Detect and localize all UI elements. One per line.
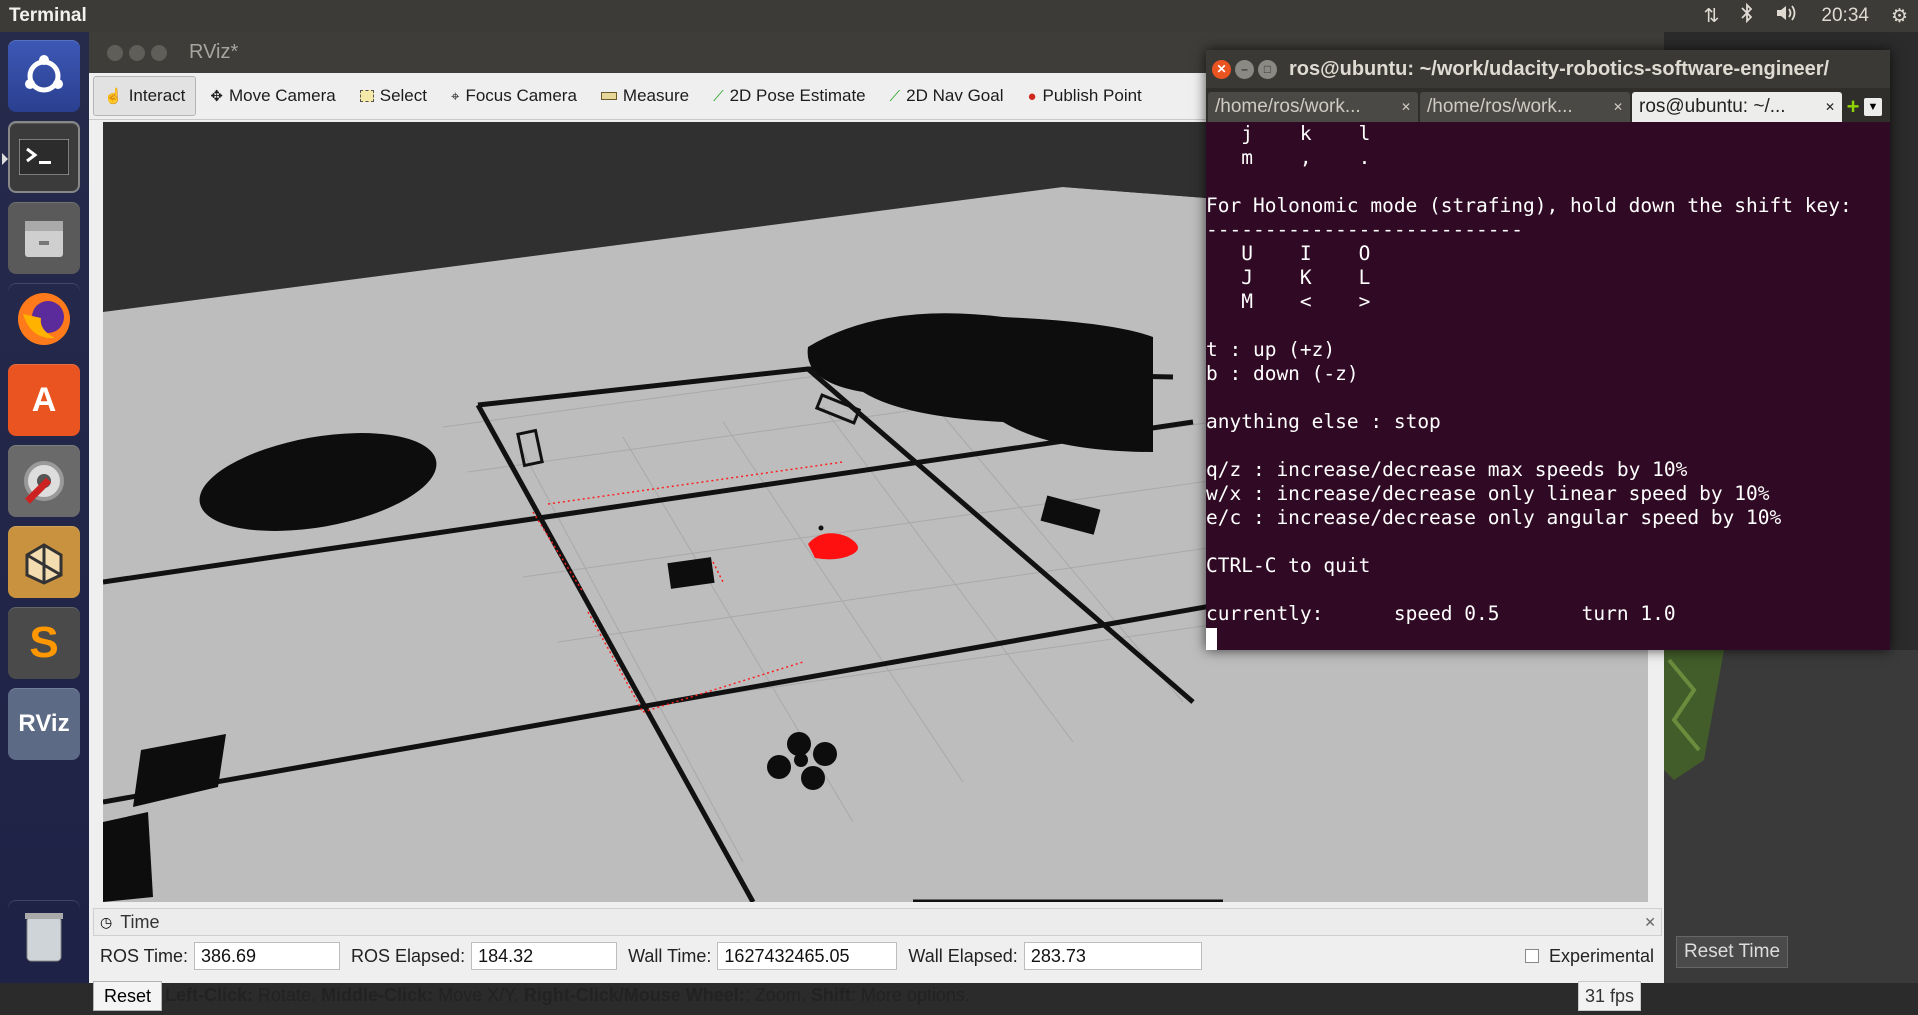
close-tab-icon[interactable]: ✕ bbox=[1607, 100, 1623, 114]
close-tab-icon[interactable]: ✕ bbox=[1395, 100, 1411, 114]
tool-move-camera[interactable]: ✥ Move Camera bbox=[200, 77, 345, 115]
terminal-cursor bbox=[1206, 627, 1217, 650]
green-arrow-icon: ⟋ bbox=[889, 87, 901, 105]
status-hint: Left-Click: Rotate. Middle-Click: Move X… bbox=[165, 985, 970, 1005]
time-panel: ◷ Time ✕ ROS Time: 386.69 ROS Elapsed: 1… bbox=[89, 908, 1664, 983]
map-pin-icon: ● bbox=[1027, 87, 1037, 105]
tool-focus-camera[interactable]: ⌖ Focus Camera bbox=[441, 77, 587, 115]
bluetooth-icon[interactable] bbox=[1741, 2, 1753, 29]
background-window: Reset Time bbox=[1664, 650, 1918, 983]
terminal-tab-active[interactable]: ros@ubuntu: ~/... ✕ bbox=[1632, 92, 1842, 122]
ros-time-field[interactable]: 386.69 bbox=[194, 942, 341, 970]
minimize-button[interactable] bbox=[129, 44, 145, 61]
new-tab-icon[interactable]: + bbox=[1842, 92, 1864, 122]
trash-icon[interactable] bbox=[8, 900, 80, 972]
close-button[interactable] bbox=[107, 44, 123, 61]
close-tab-icon[interactable]: ✕ bbox=[1819, 100, 1835, 114]
terminal-line: J K L bbox=[1206, 266, 1371, 289]
top-panel: Terminal ⇅ 20:34 ⚙ bbox=[0, 0, 1918, 32]
terminal-line: e/c : increase/decrease only angular spe… bbox=[1206, 506, 1782, 529]
hand-cursor-icon: ☝ bbox=[104, 88, 123, 105]
close-icon[interactable]: ✕ bbox=[1644, 914, 1656, 931]
rviz-window-title: RViz* bbox=[189, 41, 239, 63]
firefox-icon[interactable] bbox=[8, 283, 80, 355]
volume-icon[interactable] bbox=[1775, 3, 1799, 29]
green-arrow-icon: ⟋ bbox=[713, 87, 724, 105]
terminal-line: t : up (+z) bbox=[1206, 338, 1336, 361]
reset-time-button[interactable]: Reset Time bbox=[1676, 936, 1788, 968]
indicator-area: ⇅ 20:34 ⚙ bbox=[1703, 2, 1908, 29]
select-box-icon bbox=[359, 90, 374, 102]
tool-measure[interactable]: Measure bbox=[591, 77, 699, 115]
terminal-line: j k l bbox=[1206, 122, 1371, 145]
clock[interactable]: 20:34 bbox=[1821, 5, 1869, 27]
terminal-title: ros@ubuntu: ~/work/udacity-robotics-soft… bbox=[1289, 57, 1830, 80]
tool-2d-pose-estimate[interactable]: ⟋ 2D Pose Estimate bbox=[703, 77, 876, 115]
terminal-line: For Holonomic mode (strafing), hold down… bbox=[1206, 194, 1852, 217]
terminal-tab[interactable]: /home/ros/work... ✕ bbox=[1208, 92, 1418, 122]
tool-interact[interactable]: ☝ Interact bbox=[93, 76, 197, 116]
fps-counter: 31 fps bbox=[1578, 981, 1642, 1011]
terminal-line: M < > bbox=[1206, 290, 1371, 313]
wrench-gear-icon[interactable] bbox=[8, 445, 80, 517]
clock-icon: ◷ bbox=[100, 913, 113, 930]
settings-gear-icon[interactable]: ⚙ bbox=[1891, 5, 1908, 28]
maximize-button[interactable] bbox=[151, 44, 167, 61]
terminal-line: --------------------------- bbox=[1206, 218, 1523, 241]
launcher: A S RViz bbox=[0, 32, 90, 983]
terminal-titlebar: ✕ – □ ros@ubuntu: ~/work/udacity-robotic… bbox=[1206, 50, 1890, 88]
network-icon[interactable]: ⇅ bbox=[1703, 5, 1719, 28]
reset-button[interactable]: Reset bbox=[93, 981, 163, 1011]
ros-elapsed-field[interactable]: 184.32 bbox=[471, 942, 618, 970]
time-fields: ROS Time: 386.69 ROS Elapsed: 184.32 Wal… bbox=[89, 938, 1664, 974]
rviz-statusbar: Reset Left-Click: Rotate. Middle-Click: … bbox=[89, 979, 1664, 1015]
terminal-icon[interactable] bbox=[2, 121, 80, 193]
maximize-icon[interactable]: □ bbox=[1258, 59, 1277, 79]
wall-elapsed-field[interactable]: 283.73 bbox=[1023, 942, 1202, 970]
terminal-line: CTRL-C to quit bbox=[1206, 554, 1371, 577]
tree-image bbox=[1664, 650, 1724, 780]
terminal-output[interactable]: j k l m , . For Holonomic mode (strafing… bbox=[1206, 122, 1890, 650]
tool-publish-point[interactable]: ● Publish Point bbox=[1017, 77, 1151, 115]
wall-time-field[interactable]: 1627432465.05 bbox=[717, 942, 898, 970]
terminal-line: w/x : increase/decrease only linear spee… bbox=[1206, 482, 1770, 505]
terminal-line: U I O bbox=[1206, 242, 1371, 265]
ubuntu-icon[interactable] bbox=[8, 40, 80, 112]
time-panel-header: ◷ Time ✕ bbox=[93, 908, 1662, 936]
minimize-icon[interactable]: – bbox=[1235, 59, 1254, 79]
sublime-icon[interactable]: S bbox=[8, 607, 80, 679]
checkbox[interactable] bbox=[1524, 949, 1539, 963]
terminal-tabs: /home/ros/work... ✕ /home/ros/work... ✕ ro… bbox=[1206, 88, 1890, 122]
terminal-line: anything else : stop bbox=[1206, 410, 1441, 433]
crosshair-icon: ⌖ bbox=[450, 87, 460, 105]
tool-select[interactable]: Select bbox=[350, 77, 437, 115]
active-app-title: Terminal bbox=[9, 5, 87, 26]
tab-menu-icon[interactable]: ▼ bbox=[1864, 98, 1882, 116]
terminal-line: b : down (-z) bbox=[1206, 362, 1359, 385]
box-icon[interactable] bbox=[8, 526, 80, 598]
tool-2d-nav-goal[interactable]: ⟋ 2D Nav Goal bbox=[880, 77, 1014, 115]
close-icon[interactable]: ✕ bbox=[1212, 59, 1231, 79]
experimental-checkbox[interactable]: Experimental bbox=[1524, 946, 1654, 967]
move-camera-icon: ✥ bbox=[210, 88, 223, 105]
rviz-icon[interactable]: RViz bbox=[8, 688, 80, 760]
file-cabinet-icon[interactable] bbox=[8, 202, 80, 274]
terminal-line: q/z : increase/decrease max speeds by 10… bbox=[1206, 458, 1688, 481]
ruler-icon bbox=[600, 92, 617, 100]
terminal-line: m , . bbox=[1206, 146, 1371, 169]
terminal-line: currently: speed 0.5 turn 1.0 bbox=[1206, 602, 1676, 625]
terminal-window: ✕ – □ ros@ubuntu: ~/work/udacity-robotic… bbox=[1206, 50, 1890, 650]
shopping-bag-icon[interactable]: A bbox=[8, 364, 80, 436]
terminal-tab[interactable]: /home/ros/work... ✕ bbox=[1420, 92, 1630, 122]
